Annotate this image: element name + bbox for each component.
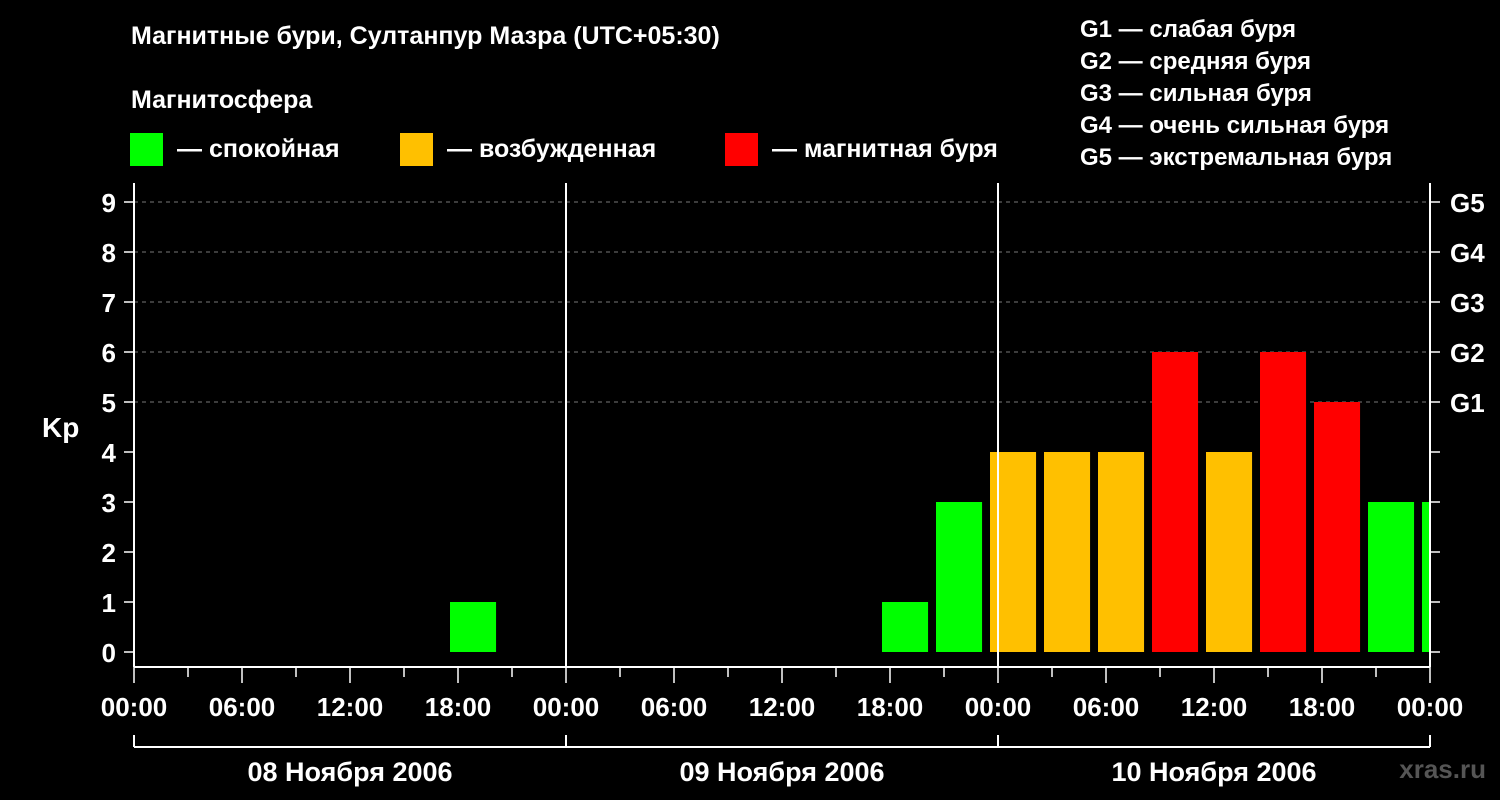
x-tick-label: 18:00 xyxy=(1289,692,1356,722)
x-tick-label: 00:00 xyxy=(1397,692,1464,722)
g-tick-label: G1 xyxy=(1450,388,1485,418)
kp-bar-8 xyxy=(1260,352,1307,652)
day-label: 08 Ноября 2006 xyxy=(247,757,452,787)
kp-bar-4 xyxy=(1044,452,1091,652)
kp-bar-5 xyxy=(1098,452,1145,652)
kp-chart: 0 1 2 3 4 5 6 7 8 9 G1 G2 G3 G4 G5 00:00 06:00 12:00 18:00… xyxy=(101,183,1485,787)
g-tick-label: G2 xyxy=(1450,338,1485,368)
x-tick-label: 00:00 xyxy=(965,692,1032,722)
x-tick-label: 12:00 xyxy=(317,692,384,722)
kp-bar-0 xyxy=(450,602,497,652)
y-tick-label: 4 xyxy=(102,438,117,468)
x-tick-label: 12:00 xyxy=(749,692,816,722)
y-tick-label: 7 xyxy=(102,288,116,318)
kp-bar-1 xyxy=(882,602,929,652)
kp-bar-2 xyxy=(936,502,983,652)
kp-bar-3 xyxy=(990,452,1037,652)
x-tick-label: 00:00 xyxy=(101,692,168,722)
g-tick-label: G3 xyxy=(1450,288,1485,318)
y-tick-label: 3 xyxy=(102,488,116,518)
day-label: 09 Ноября 2006 xyxy=(679,757,884,787)
x-tick-label: 00:00 xyxy=(533,692,600,722)
kp-bar-10 xyxy=(1368,502,1415,652)
kp-bar-11 xyxy=(1422,502,1429,652)
kp-bar-9 xyxy=(1314,402,1361,652)
x-tick-label: 06:00 xyxy=(209,692,276,722)
g-tick-label: G4 xyxy=(1450,238,1485,268)
y-tick-label: 1 xyxy=(102,588,116,618)
x-tick-label: 12:00 xyxy=(1181,692,1248,722)
y-tick-label: 0 xyxy=(102,638,116,668)
x-tick-label: 06:00 xyxy=(1073,692,1140,722)
x-tick-label: 18:00 xyxy=(857,692,924,722)
y-tick-label: 9 xyxy=(102,188,116,218)
x-tick-label: 06:00 xyxy=(641,692,708,722)
day-label: 10 Ноября 2006 xyxy=(1111,757,1316,787)
kp-bar-6 xyxy=(1152,352,1199,652)
y-tick-label: 5 xyxy=(102,388,116,418)
y-tick-label: 2 xyxy=(102,538,116,568)
y-tick-label: 6 xyxy=(102,338,116,368)
g-tick-label: G5 xyxy=(1450,188,1485,218)
kp-bar-7 xyxy=(1206,452,1253,652)
x-tick-label: 18:00 xyxy=(425,692,492,722)
y-tick-label: 8 xyxy=(102,238,116,268)
